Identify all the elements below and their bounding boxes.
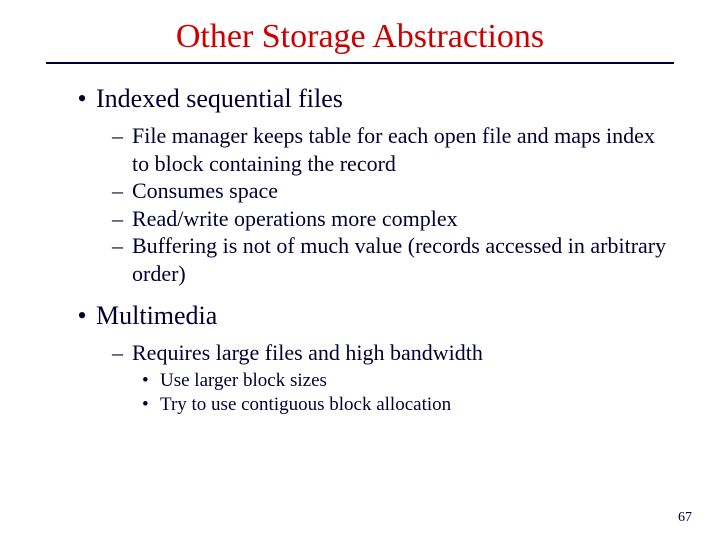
list-item: •Try to use contiguous block allocation [142, 393, 672, 418]
subsubitem-group: •Use larger block sizes •Try to use cont… [112, 369, 672, 418]
content-area: •Indexed sequential files –File manager … [0, 84, 720, 418]
slide-title: Other Storage Abstractions [0, 18, 720, 56]
list-item: –Requires large files and high bandwidth [112, 339, 672, 367]
bullet-icon: • [142, 393, 160, 418]
subitem-text: Read/write operations more complex [132, 205, 672, 233]
bullet-icon: • [68, 84, 96, 114]
subsubitem-text: Use larger block sizes [160, 369, 672, 394]
list-item: –Buffering is not of much value (records… [112, 232, 672, 287]
subitem-text: Requires large files and high bandwidth [132, 339, 672, 367]
section-heading-2: •Multimedia [68, 301, 672, 331]
dash-icon: – [112, 339, 132, 367]
subitem-text: Consumes space [132, 177, 672, 205]
title-underline [46, 62, 674, 64]
dash-icon: – [112, 177, 132, 205]
dash-icon: – [112, 122, 132, 177]
list-item: –Read/write operations more complex [112, 205, 672, 233]
section-heading-1: •Indexed sequential files [68, 84, 672, 114]
list-item: –Consumes space [112, 177, 672, 205]
heading-text: Multimedia [96, 301, 217, 330]
list-item: –File manager keeps table for each open … [112, 122, 672, 177]
subsubitem-text: Try to use contiguous block allocation [160, 393, 672, 418]
list-item: •Use larger block sizes [142, 369, 672, 394]
bullet-icon: • [142, 369, 160, 394]
subitem-group-2: –Requires large files and high bandwidth… [68, 339, 672, 418]
subitem-text: File manager keeps table for each open f… [132, 122, 672, 177]
dash-icon: – [112, 205, 132, 233]
subitem-group-1: –File manager keeps table for each open … [68, 122, 672, 287]
subitem-text: Buffering is not of much value (records … [132, 232, 672, 287]
dash-icon: – [112, 232, 132, 287]
page-number: 67 [678, 510, 692, 526]
heading-text: Indexed sequential files [96, 84, 343, 113]
bullet-icon: • [68, 301, 96, 331]
